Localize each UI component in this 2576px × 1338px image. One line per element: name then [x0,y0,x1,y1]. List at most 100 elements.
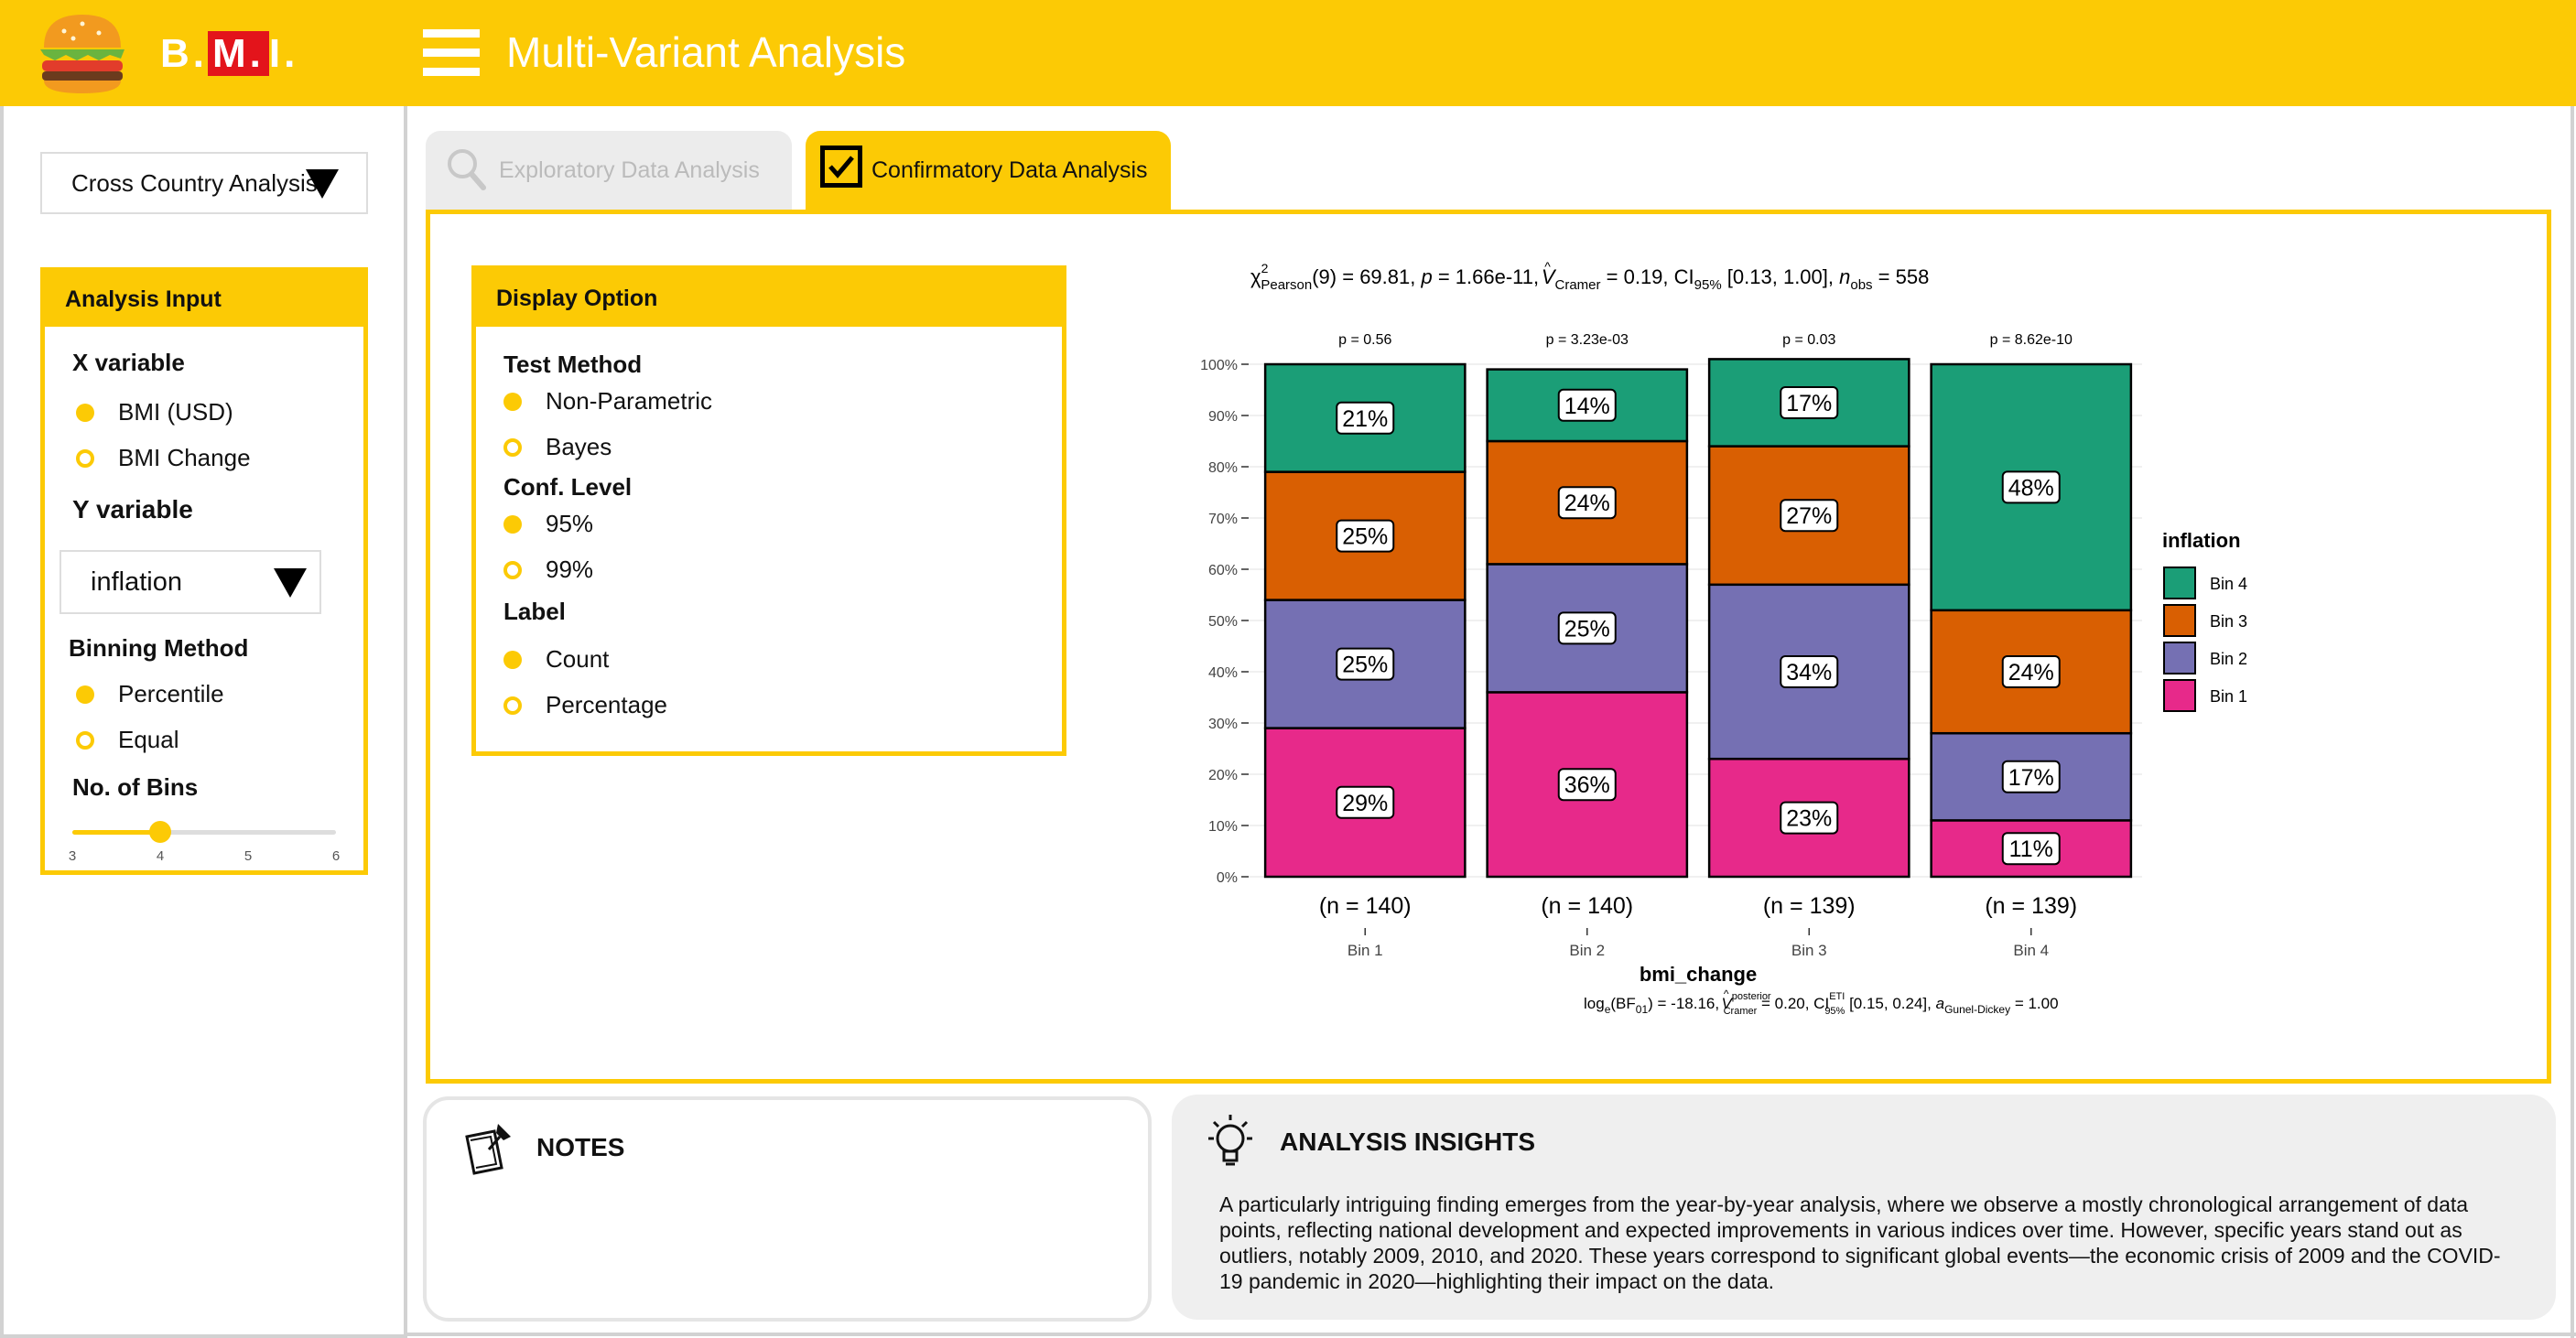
radio-unselected-icon [76,730,94,750]
label-option-label: Label [503,598,566,625]
slider-fill [72,830,160,835]
analysis-insights-panel: ANALYSIS INSIGHTS A particularly intrigu… [1172,1095,2556,1320]
data-label: 25% [1342,653,1388,678]
display-option-title: Display Option [476,270,1062,327]
slider-handle[interactable] [149,821,171,843]
data-label: 24% [2008,660,2054,685]
tab-label: Confirmatory Data Analysis [871,156,1148,183]
data-label: 34% [1786,660,1832,685]
number-of-bins-label: No. of Bins [72,773,199,801]
data-label: 25% [1564,616,1610,642]
conf-level-99[interactable]: 99% [503,556,593,584]
sample-size-label: (n = 139) [1985,893,2077,919]
radio-unselected-icon [503,696,522,715]
binning-option-percentile[interactable]: Percentile [76,680,224,708]
data-label: 17% [1786,391,1832,416]
data-label: 11% [2009,836,2053,862]
analysis-input-title: Analysis Input [45,272,363,327]
display-option-panel: Display Option Test Method Non-Parametri… [471,265,1066,756]
x-option-bmi-usd[interactable]: BMI (USD) [76,398,233,426]
brand-logo-text: B. M. I. [160,31,299,76]
legend-label: Bin 2 [2210,650,2247,668]
y-tick-label: 20% [1208,768,1238,783]
chart-subtitle: χ2 Pearson(9) = 69.81, p = 1.66e-11, ^VCr… [1250,259,1929,293]
y-variable-value: inflation [91,566,182,597]
legend-swatch [2163,679,2196,712]
radio-selected-icon [503,392,522,411]
sample-size-label: (n = 140) [1319,893,1412,919]
analysis-input-panel: Analysis Input X variable BMI (USD) BMI … [40,267,368,875]
legend-title: inflation [2162,529,2241,552]
radio-unselected-icon [76,448,94,468]
radio-selected-icon [503,650,522,669]
legend-label: Bin 1 [2210,687,2247,706]
burger-logo-icon [40,15,124,93]
test-method-bayes[interactable]: Bayes [503,433,612,461]
data-label: 48% [2008,475,2054,501]
data-label: 24% [1564,491,1610,516]
checkbox-checked-icon [820,146,862,188]
legend-swatch [2163,566,2196,599]
x-tick-label: Bin 2 [1569,942,1605,959]
legend-label: Bin 4 [2210,575,2247,593]
y-tick-label: 30% [1208,717,1238,732]
x-variable-label: X variable [72,349,185,376]
plot-area: 0% 10% 20% 30% 40% 50% 60% 70% 80% 90% 100% 29% 25% 2… [1200,332,2247,986]
notes-title: NOTES [536,1133,625,1161]
p-value-label: p = 8.62e-10 [1990,332,2073,348]
frame-border [2571,106,2574,1338]
lightbulb-icon [1208,1115,1252,1166]
test-method-label: Test Method [503,351,643,378]
conf-level-95[interactable]: 95% [503,510,593,538]
app-header: B. M. I. Multi-Variant Analysis [0,0,2576,106]
slider-tick-label: 3 [68,848,77,864]
data-label: 36% [1564,772,1610,798]
bins-slider[interactable]: 3 4 5 6 [69,821,340,864]
y-tick-label: 90% [1208,409,1238,425]
test-method-non-parametric[interactable]: Non-Parametric [503,387,712,415]
label-option-percentage[interactable]: Percentage [503,691,667,719]
y-variable-label: Y variable [72,495,193,523]
radio-selected-icon [76,403,94,422]
data-label: 27% [1786,503,1832,529]
analysis-mode-value: Cross Country Analysis [71,168,318,197]
search-icon [448,149,486,190]
y-tick-label: 70% [1208,512,1238,527]
slider-tick-label: 4 [156,848,165,864]
frame-border [407,1333,2576,1336]
dropdown-caret-icon [306,169,339,199]
y-tick-label: 0% [1217,870,1238,886]
data-label: 29% [1342,791,1388,816]
radio-selected-icon [503,514,522,534]
y-variable-select[interactable]: inflation [60,550,321,614]
sample-size-label: (n = 139) [1763,893,1856,919]
y-tick-label: 60% [1208,563,1238,578]
x-tick-label: Bin 4 [2013,942,2049,959]
data-label: 23% [1786,806,1832,832]
conf-level-label: Conf. Level [503,473,633,501]
notes-panel[interactable]: NOTES [423,1096,1152,1322]
tab-exploratory-data-analysis[interactable]: Exploratory Data Analysis [426,131,792,210]
p-value-label: p = 0.56 [1338,332,1391,348]
analysis-insights-text: A particularly intriguing finding emerge… [1219,1192,2501,1293]
y-tick-label: 40% [1208,665,1238,681]
tab-confirmatory-data-analysis[interactable]: Confirmatory Data Analysis [806,131,1171,210]
data-label: 17% [2008,765,2054,791]
binning-option-equal[interactable]: Equal [76,726,179,754]
analysis-insights-title: ANALYSIS INSIGHTS [1280,1128,1536,1156]
stacked-bar-chart: χ2 Pearson(9) = 69.81, p = 1.66e-11, ^VCr… [1200,259,2247,1017]
p-value-label: p = 0.03 [1782,332,1835,348]
label-option-count[interactable]: Count [503,645,609,674]
data-label: 25% [1342,524,1388,550]
x-option-bmi-change[interactable]: BMI Change [76,444,251,472]
radio-selected-icon [76,685,94,704]
page-title: Multi-Variant Analysis [506,28,906,76]
notes-pin-icon [465,1124,511,1175]
slider-tick-label: 6 [331,848,341,864]
hamburger-menu-icon[interactable] [423,29,480,77]
data-label: 21% [1342,406,1388,432]
analysis-mode-select[interactable]: Cross Country Analysis [40,152,368,214]
slider-tick-label: 5 [244,848,253,864]
tab-label: Exploratory Data Analysis [499,156,760,183]
y-tick-label: 50% [1208,614,1238,630]
